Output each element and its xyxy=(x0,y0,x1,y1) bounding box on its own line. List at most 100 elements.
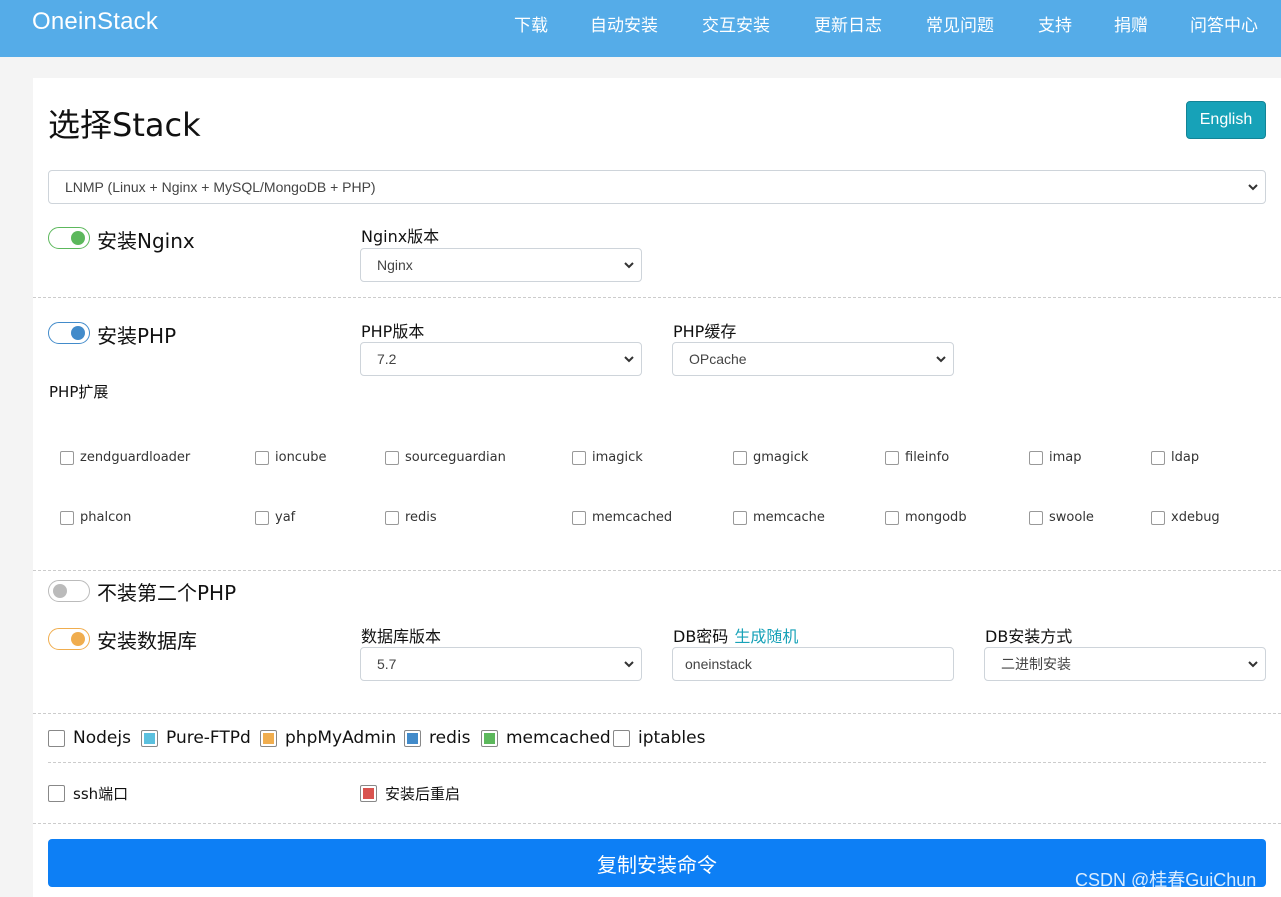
ext-label: sourceguardian xyxy=(405,450,506,465)
nav-item-qa-center[interactable]: 问答中心 xyxy=(1190,11,1258,36)
checkbox xyxy=(1029,510,1043,525)
php-cache-select[interactable]: OPcache xyxy=(672,342,954,376)
checkbox xyxy=(255,510,269,525)
addon-label: iptables xyxy=(638,728,706,748)
php-ext-checkbox[interactable]: phalcon xyxy=(60,510,131,525)
generate-random-password-link[interactable]: 生成随机 xyxy=(734,627,798,646)
php-version-value: 7.2 xyxy=(377,351,397,367)
checkbox-fill xyxy=(484,732,495,744)
php-ext-checkbox[interactable]: memcached xyxy=(572,510,672,525)
switch-knob xyxy=(53,584,67,598)
db-version-value: 5.7 xyxy=(377,656,397,672)
checkbox xyxy=(48,785,65,802)
php-ext-checkbox[interactable]: ioncube xyxy=(255,450,326,465)
reboot-after-install-option[interactable]: 安装后重启 xyxy=(360,783,460,804)
checkbox xyxy=(385,450,399,465)
php-ext-checkbox[interactable]: imagick xyxy=(572,450,643,465)
nav-item-changelog[interactable]: 更新日志 xyxy=(814,11,882,36)
section-divider xyxy=(33,297,1281,298)
php-ext-checkbox[interactable]: fileinfo xyxy=(885,450,949,465)
brand-logo[interactable]: OneinStack xyxy=(32,8,158,36)
php-ext-checkbox[interactable]: ldap xyxy=(1151,450,1199,465)
switch-knob xyxy=(71,632,85,646)
checkbox xyxy=(255,450,269,465)
checkbox-fill xyxy=(263,732,274,744)
checkbox xyxy=(385,510,399,525)
checkbox xyxy=(260,729,277,747)
ext-label: imagick xyxy=(592,450,643,465)
switch-knob xyxy=(71,231,85,245)
php-ext-checkbox[interactable]: swoole xyxy=(1029,510,1094,525)
ext-label: memcache xyxy=(753,510,825,525)
nav-item-donate[interactable]: 捐赠 xyxy=(1114,11,1148,36)
checkbox xyxy=(141,729,158,747)
php-extensions-label: PHP扩展 xyxy=(49,383,109,401)
ext-label: zendguardloader xyxy=(80,450,191,465)
checkbox xyxy=(885,450,899,465)
php-ext-checkbox[interactable]: memcache xyxy=(733,510,825,525)
php-cache-value: OPcache xyxy=(689,351,747,367)
addon-memcached[interactable]: memcached xyxy=(481,728,611,748)
checkbox-fill xyxy=(407,732,418,744)
checkbox xyxy=(613,729,630,747)
addon-label: memcached xyxy=(506,728,611,748)
db-version-select[interactable]: 5.7 xyxy=(360,647,642,681)
nginx-switch[interactable] xyxy=(48,227,90,249)
stack-select-value: LNMP (Linux + Nginx + MySQL/MongoDB + PH… xyxy=(65,179,376,195)
addon-label: Nodejs xyxy=(73,728,131,748)
second-php-switch[interactable] xyxy=(48,580,90,602)
ext-label: xdebug xyxy=(1171,510,1220,525)
php-ext-checkbox[interactable]: mongodb xyxy=(885,510,967,525)
nginx-version-select[interactable]: Nginx xyxy=(360,248,642,282)
nav-item-support[interactable]: 支持 xyxy=(1038,11,1072,36)
chevron-down-icon xyxy=(624,262,634,269)
php-ext-checkbox[interactable]: gmagick xyxy=(733,450,808,465)
checkbox xyxy=(733,510,747,525)
php-version-select[interactable]: 7.2 xyxy=(360,342,642,376)
addon-pure-ftpd[interactable]: Pure-FTPd xyxy=(141,728,251,748)
db-install-method-select[interactable]: 二进制安装 xyxy=(984,647,1266,681)
nav-item-interactive-install[interactable]: 交互安装 xyxy=(702,11,770,36)
nav-item-download[interactable]: 下载 xyxy=(514,11,548,36)
section-divider xyxy=(33,713,1281,714)
reboot-label: 安装后重启 xyxy=(385,785,461,803)
php-ext-checkbox[interactable]: sourceguardian xyxy=(385,450,506,465)
nav-item-auto-install[interactable]: 自动安装 xyxy=(590,11,658,36)
switch-knob xyxy=(71,326,85,340)
db-install-method-value: 二进制安装 xyxy=(1001,656,1071,672)
php-ext-checkbox[interactable]: zendguardloader xyxy=(60,450,190,465)
chevron-down-icon xyxy=(936,356,946,363)
section-divider xyxy=(33,570,1281,571)
ext-label: gmagick xyxy=(753,450,809,465)
php-ext-checkbox[interactable]: imap xyxy=(1029,450,1082,465)
nginx-switch-label: 安装Nginx xyxy=(97,229,195,253)
page-title: 选择Stack xyxy=(48,106,201,144)
stack-select[interactable]: LNMP (Linux + Nginx + MySQL/MongoDB + PH… xyxy=(48,170,1266,204)
checkbox xyxy=(572,510,586,525)
addon-iptables[interactable]: iptables xyxy=(613,728,705,748)
checkbox xyxy=(885,510,899,525)
addon-label: phpMyAdmin xyxy=(285,728,397,748)
ext-label: memcached xyxy=(592,510,673,525)
addon-redis[interactable]: redis xyxy=(404,728,470,748)
db-password-label: DB密码 xyxy=(673,627,729,646)
database-switch[interactable] xyxy=(48,628,90,650)
nav-item-faq[interactable]: 常见问题 xyxy=(926,11,994,36)
db-password-label-row: DB密码 生成随机 xyxy=(673,623,798,647)
php-ext-checkbox[interactable]: xdebug xyxy=(1151,510,1220,525)
db-password-input[interactable]: oneinstack xyxy=(672,647,954,681)
checkbox xyxy=(404,729,421,747)
php-ext-checkbox[interactable]: redis xyxy=(385,510,437,525)
ssh-port-option[interactable]: ssh端口 xyxy=(48,783,128,804)
ext-label: ioncube xyxy=(275,450,327,465)
addon-phpmyadmin[interactable]: phpMyAdmin xyxy=(260,728,396,748)
php-ext-checkbox[interactable]: yaf xyxy=(255,510,295,525)
checkbox xyxy=(60,510,74,525)
checkbox xyxy=(733,450,747,465)
checkbox xyxy=(1151,450,1165,465)
english-button[interactable]: English xyxy=(1186,101,1266,139)
addon-nodejs[interactable]: Nodejs xyxy=(48,728,131,748)
php-switch[interactable] xyxy=(48,322,90,344)
db-version-label: 数据库版本 xyxy=(361,627,442,646)
chevron-down-icon xyxy=(1248,661,1258,668)
